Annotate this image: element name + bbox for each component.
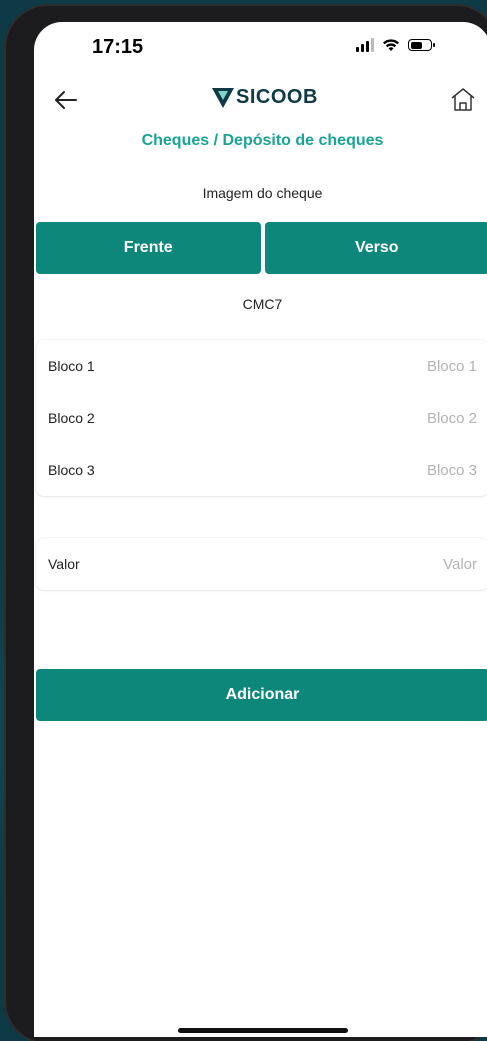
battery-icon (408, 39, 435, 51)
valor-card: Valor (36, 538, 487, 590)
block-1-row: Bloco 1 (36, 340, 487, 392)
valor-row: Valor (36, 538, 487, 590)
back-side-button[interactable]: Verso (264, 222, 487, 274)
status-bar: 17:15 (34, 22, 487, 72)
top-bar: SICOOB (34, 82, 487, 122)
sicoob-logo-icon (212, 87, 234, 108)
logo-text: SICOOB (236, 86, 318, 108)
add-button[interactable]: Adicionar (36, 669, 487, 721)
page-title: Cheques / Depósito de cheques (141, 132, 384, 149)
image-label: Imagem do cheque (202, 185, 323, 201)
block-3-label: Bloco 3 (48, 462, 95, 478)
home-icon[interactable] (448, 84, 478, 114)
arrow-left-icon[interactable] (50, 84, 82, 116)
cmc7-card: Bloco 1 Bloco 2 Bloco 3 (36, 340, 487, 496)
status-icons (356, 38, 435, 52)
status-time: 17:15 (92, 36, 144, 58)
home-indicator (178, 1028, 348, 1033)
app-screen: 17:15 SICOOB Cheques / Depósito de chequ… (34, 22, 487, 1037)
block-1-label: Bloco 1 (48, 358, 95, 374)
cmc7-label: CMC7 (242, 296, 283, 312)
block-2-input[interactable] (277, 409, 477, 427)
block-1-input[interactable] (277, 357, 477, 375)
block-2-label: Bloco 2 (48, 410, 95, 426)
block-3-input[interactable] (277, 461, 477, 479)
valor-label: Valor (48, 556, 80, 572)
sicoob-logo: SICOOB (212, 86, 318, 109)
front-button[interactable]: Frente (36, 222, 261, 274)
image-side-selector: Frente Verso (36, 222, 487, 274)
wifi-icon (383, 39, 399, 51)
phone-frame: 17:15 SICOOB Cheques / Depósito de chequ… (4, 4, 487, 1041)
block-2-row: Bloco 2 (36, 392, 487, 444)
block-3-row: Bloco 3 (36, 444, 487, 496)
signal-icon (356, 38, 374, 52)
valor-input[interactable] (277, 555, 477, 573)
